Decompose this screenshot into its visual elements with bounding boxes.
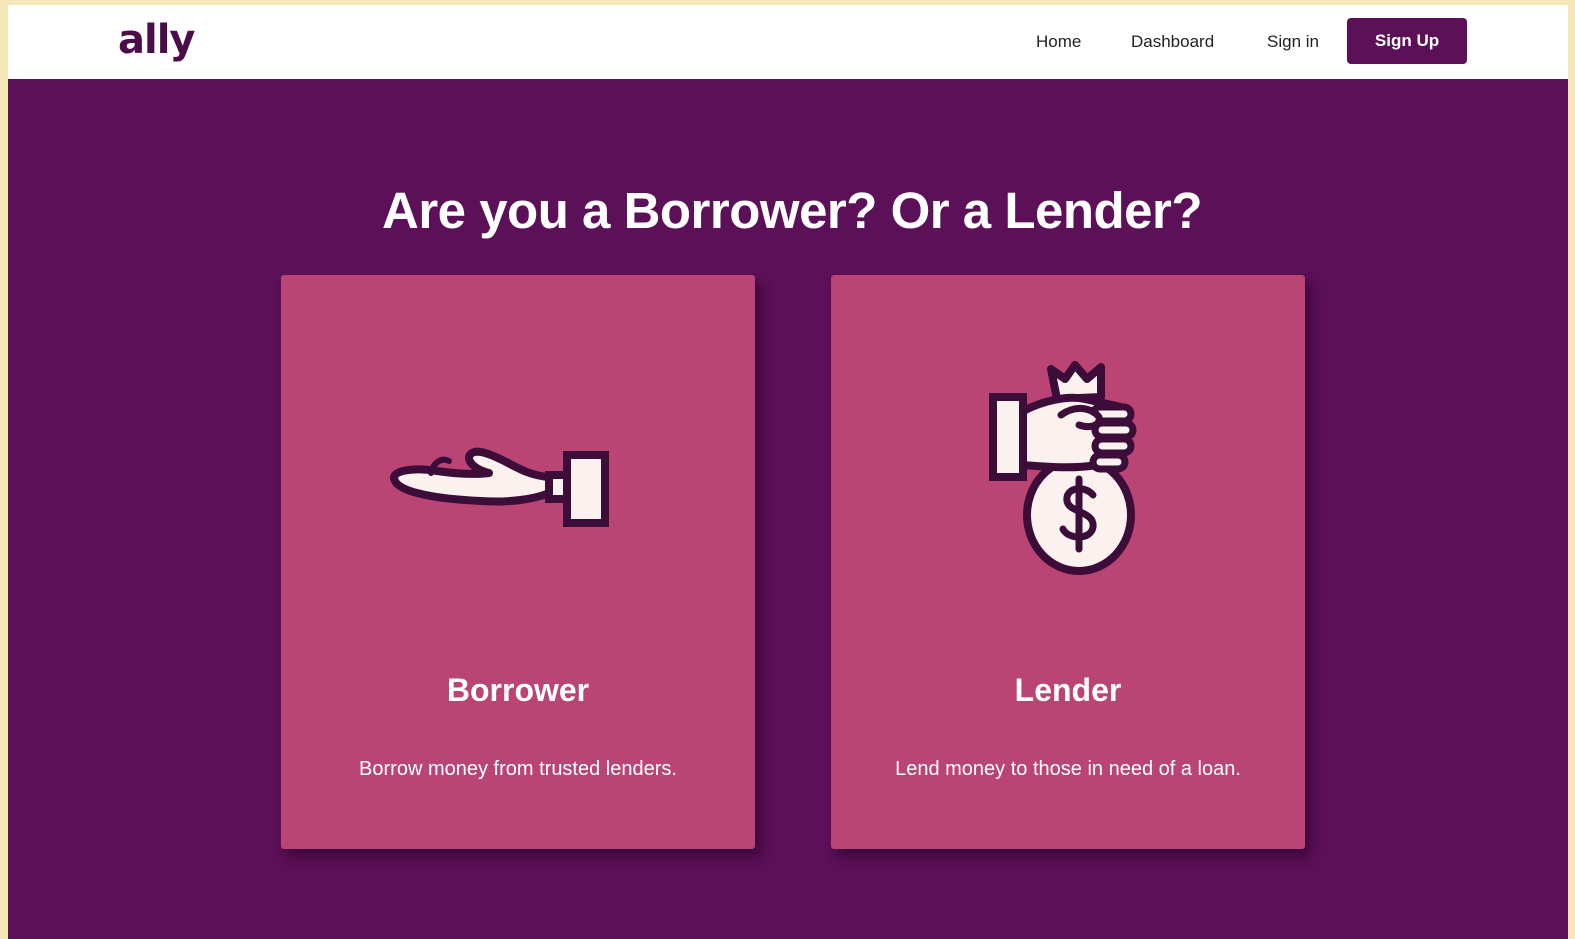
borrower-card[interactable]: Borrower Borrow money from trusted lende…: [281, 275, 755, 849]
navbar: ally Home Dashboard Sign in Sign Up: [8, 5, 1568, 79]
hand-money-bag-icon: [989, 361, 1137, 575]
nav-dashboard-link[interactable]: Dashboard: [1131, 31, 1214, 53]
lender-title: Lender: [1014, 672, 1122, 708]
nav-home-link[interactable]: Home: [1036, 31, 1081, 53]
signup-button[interactable]: Sign Up: [1347, 18, 1467, 64]
page-title: Are you a Borrower? Or a Lender?: [381, 182, 1203, 239]
borrower-title: Borrower: [446, 672, 590, 708]
nav-signin-link[interactable]: Sign in: [1267, 31, 1319, 53]
app-frame: ally Home Dashboard Sign in Sign Up Are …: [8, 5, 1568, 939]
lender-description: Lend money to those in need of a loan.: [895, 758, 1241, 780]
open-hand-icon: [390, 447, 609, 527]
brand-logo[interactable]: ally: [118, 15, 195, 65]
lender-card[interactable]: Lender Lend money to those in need of a …: [831, 275, 1305, 849]
borrower-description: Borrow money from trusted lenders.: [359, 758, 677, 780]
